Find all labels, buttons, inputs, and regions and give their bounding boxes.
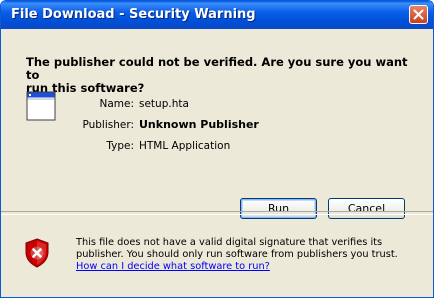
- run-button[interactable]: Run: [240, 198, 317, 219]
- publisher-value: Unknown Publisher: [139, 118, 259, 131]
- warning-heading: The publisher could not be verified. Are…: [26, 55, 408, 95]
- security-shield-x-icon: [25, 238, 49, 268]
- help-link[interactable]: How can I decide what software to run?: [76, 261, 270, 272]
- window-title: File Download - Security Warning: [11, 7, 256, 22]
- signature-warning-text: This file does not have a valid digital …: [76, 237, 398, 272]
- cancel-button[interactable]: Cancel: [328, 198, 405, 219]
- close-button[interactable]: [409, 5, 428, 24]
- close-icon: [413, 9, 424, 20]
- title-bar[interactable]: File Download - Security Warning: [1, 1, 433, 29]
- name-label: Name:: [99, 98, 134, 110]
- name-value: setup.hta: [139, 98, 189, 110]
- security-warning-dialog: File Download - Security Warning The pub…: [0, 0, 434, 298]
- publisher-label: Publisher:: [82, 119, 134, 131]
- application-window-icon: [26, 91, 56, 121]
- type-label: Type:: [106, 140, 134, 152]
- type-value: HTML Application: [139, 140, 231, 152]
- divider: [1, 211, 433, 215]
